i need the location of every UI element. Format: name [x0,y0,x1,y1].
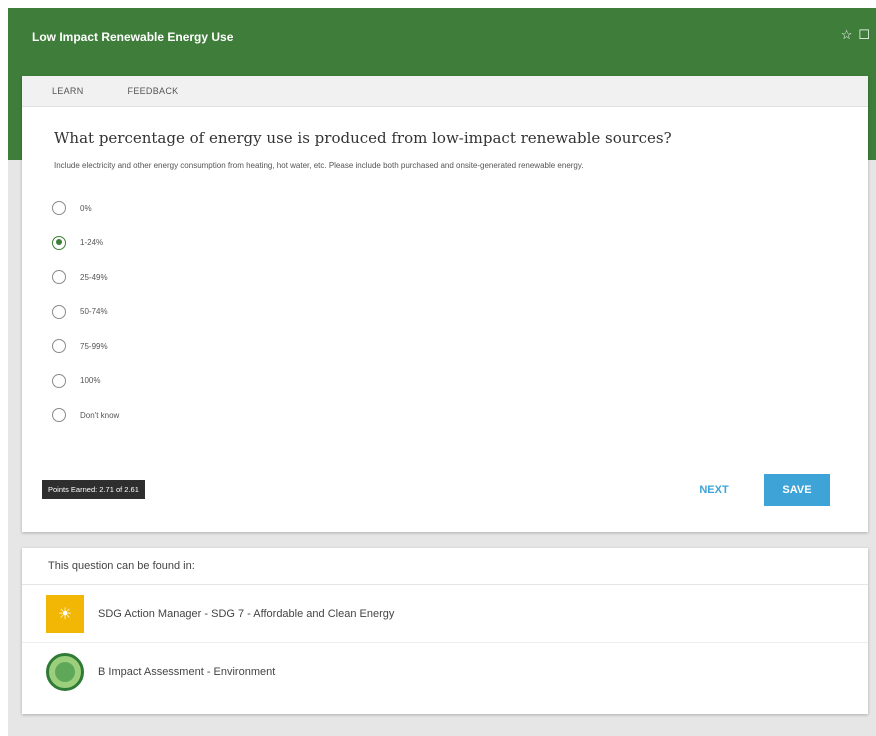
option-label: 75-99% [80,341,108,351]
sdg-7-icon: ☀ [46,594,84,633]
option-2[interactable]: 25-49% [52,260,868,295]
bookmark-icon[interactable]: ☐ [858,28,870,42]
found-in-title: This question can be found in: [22,548,868,585]
star-icon[interactable]: ☆ [841,28,853,42]
option-5[interactable]: 100% [52,364,868,399]
radio-button[interactable] [52,201,66,216]
radio-button-selected[interactable] [52,235,66,250]
save-button[interactable]: SAVE [764,474,830,506]
question-help-text: Include electricity and other energy con… [54,161,584,170]
page-title: Low Impact Renewable Energy Use [32,30,234,44]
tab-feedback[interactable]: FEEDBACK [128,86,179,96]
radio-button[interactable] [52,408,66,423]
found-in-item-sdg[interactable]: ☀ SDG Action Manager - SDG 7 - Affordabl… [22,585,868,643]
option-label: 0% [80,203,92,213]
option-0[interactable]: 0% [52,191,868,226]
globe-icon [55,661,75,682]
tab-learn[interactable]: LEARN [52,86,84,96]
radio-button[interactable] [52,304,66,319]
question-card: LEARN FEEDBACK What percentage of energy… [22,76,868,532]
found-in-label: SDG Action Manager - SDG 7 - Affordable … [98,607,395,620]
option-6[interactable]: Don't know [52,398,868,433]
found-in-label: B Impact Assessment - Environment [98,665,276,678]
points-earned-badge: Points Earned: 2.71 of 2.61 [42,480,145,499]
page-left-edge [0,0,8,736]
option-label: 1-24% [80,238,104,248]
option-label: Don't know [80,410,120,420]
answer-options: 0% 1-24% 25-49% 50-74% 75-99% 100% Don't… [52,191,868,433]
found-in-item-bia[interactable]: B Impact Assessment - Environment [22,643,868,700]
header-actions: ☆ ☐ [841,28,870,42]
environment-icon [46,652,84,691]
next-button[interactable]: NEXT [688,478,740,502]
option-label: 100% [80,376,101,386]
radio-button[interactable] [52,339,66,354]
radio-button[interactable] [52,270,66,285]
page-top-edge [0,0,876,8]
option-3[interactable]: 50-74% [52,295,868,330]
tab-bar: LEARN FEEDBACK [22,76,868,107]
option-label: 25-49% [80,272,108,282]
option-1[interactable]: 1-24% [52,226,868,261]
question-text: What percentage of energy use is produce… [54,129,672,147]
radio-button[interactable] [52,373,66,388]
option-label: 50-74% [80,307,108,317]
found-in-card: This question can be found in: ☀ SDG Act… [22,548,868,714]
option-4[interactable]: 75-99% [52,329,868,364]
